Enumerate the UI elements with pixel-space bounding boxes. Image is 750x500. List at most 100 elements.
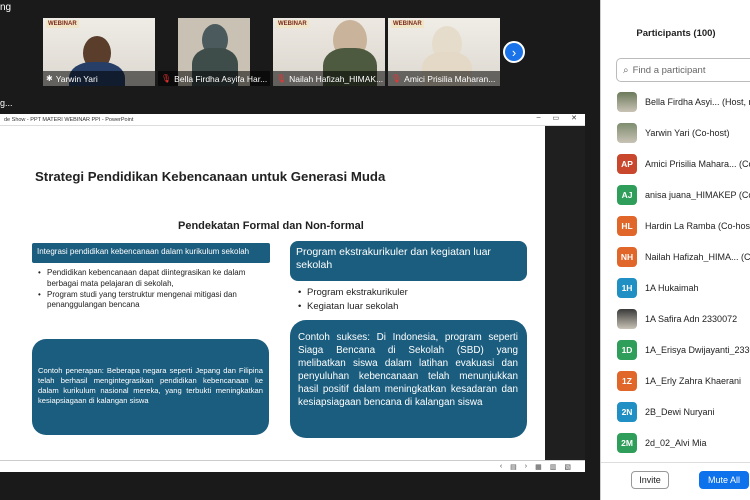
participant-name: anisa juana_HIMAKEP (Co-: [645, 189, 750, 200]
avatar: 1H: [617, 277, 637, 298]
participant-row[interactable]: AP Amici Prisilia Mahara... (Co: [601, 148, 750, 179]
participant-row[interactable]: 2M 2d_02_Alvi Mia: [601, 427, 750, 458]
list-item: Kegiatan luar sekolah: [298, 300, 518, 314]
right-header-box: Program ekstrakurikuler dan kegiatan lua…: [290, 241, 527, 281]
left-bullet-list: Pendidikan kebencanaan dapat diintegrasi…: [38, 268, 268, 311]
avatar: NH: [617, 246, 637, 267]
participant-row[interactable]: 1Z 1A_Erly Zahra Khaerani: [601, 365, 750, 396]
right-example-box: Contoh sukses: Di Indonesia, program sep…: [290, 320, 527, 438]
left-header-box: Integrasi pendidikan kebencanaan dalam k…: [32, 243, 270, 263]
participant-row[interactable]: NH Nailah Hafizah_HIMA... (Co: [601, 241, 750, 272]
participant-list: Bella Firdha Asyi... (Host, m Yarwin Yari…: [601, 86, 750, 458]
zoom-window: ng WEBINAR ✱ Yarwin Yari 🎙︎ Bella Firdha…: [0, 0, 750, 500]
video-thumbnail[interactable]: WEBINAR 🎙︎ Amici Prisilia Maharan...: [388, 18, 500, 86]
previous-slide-icon[interactable]: ‹: [500, 463, 502, 470]
minimize-icon[interactable]: –: [537, 114, 541, 122]
window-corner-text: ng: [0, 2, 12, 13]
participant-row[interactable]: HL Hardin La Ramba (Co-host: [601, 210, 750, 241]
list-item: Program studi yang terstruktur mengenai …: [38, 290, 268, 312]
participant-name: Nailah Hafizah_HIMA... (Co: [645, 251, 750, 262]
participants-footer: Invite Mute All: [601, 462, 750, 500]
next-slide-icon[interactable]: ›: [525, 463, 527, 470]
slide-menu-icon[interactable]: ▤: [510, 463, 517, 471]
participant-name: 2B_Dewi Nuryani: [645, 406, 715, 417]
participants-title: Participants (100): [636, 28, 716, 39]
video-thumbnail[interactable]: WEBINAR ✱ Yarwin Yari: [43, 18, 155, 86]
participant-row[interactable]: Bella Firdha Asyi... (Host, m: [601, 86, 750, 117]
participant-name: 1A Safira Adn 2330072: [645, 313, 738, 324]
list-item: Pendidikan kebencanaan dapat diintegrasi…: [38, 268, 268, 290]
maximize-icon[interactable]: ▭: [553, 114, 560, 122]
normal-view-icon[interactable]: ▦: [535, 463, 542, 471]
mic-muted-icon: 🎙︎: [391, 74, 402, 83]
thumbnail-name-bar: 🎙︎ Bella Firdha Asyifa Har...: [158, 71, 270, 86]
shared-screen-powerpoint: de Show - PPT MATERI WEBINAR PPI - Power…: [0, 114, 585, 472]
avatar: 1D: [617, 339, 637, 360]
participant-name: Bella Firdha Asyi... (Host, m: [645, 96, 750, 107]
participant-row[interactable]: 1A Safira Adn 2330072: [601, 303, 750, 334]
participant-name: Yarwin Yari (Co-host): [645, 127, 730, 138]
participant-row[interactable]: 2N 2B_Dewi Nuryani: [601, 396, 750, 427]
video-thumbnail[interactable]: 🎙︎ Bella Firdha Asyifa Har...: [158, 18, 270, 86]
avatar: 2M: [617, 432, 637, 453]
mute-all-button[interactable]: Mute All: [699, 471, 749, 489]
participant-row[interactable]: AJ anisa juana_HIMAKEP (Co-: [601, 179, 750, 210]
search-icon: ⌕: [623, 64, 629, 76]
slide-sorter-icon[interactable]: ▥: [550, 463, 557, 471]
thumbnail-name-bar: 🎙︎ Amici Prisilia Maharan...: [388, 71, 500, 86]
participant-name: Hardin La Ramba (Co-host: [645, 220, 750, 231]
participant-row[interactable]: Yarwin Yari (Co-host): [601, 117, 750, 148]
video-thumbnail[interactable]: WEBINAR 🎙︎ Nailah Hafizah_HIMAK...: [273, 18, 385, 86]
webinar-logo: WEBINAR: [276, 20, 309, 28]
participant-name: Bella Firdha Asyifa Har...: [174, 73, 268, 84]
pin-icon: ✱: [46, 74, 53, 83]
mic-muted-icon: 🎙︎: [161, 74, 172, 83]
participant-name: 1A_Erisya Dwijayanti_2330: [645, 344, 750, 355]
participant-name: 1A_Erly Zahra Khaerani: [645, 375, 742, 386]
chevron-right-icon: ›: [511, 44, 517, 60]
powerpoint-title-bar: de Show - PPT MATERI WEBINAR PPI - Power…: [0, 114, 585, 126]
participants-panel: Participants (100) ⌕ Find a participant …: [600, 0, 750, 500]
participant-name: Yarwin Yari: [55, 73, 98, 84]
right-bullet-list: Program ekstrakurikuler Kegiatan luar se…: [298, 286, 518, 314]
slide-subtitle: Pendekatan Formal dan Non-formal: [178, 220, 364, 232]
left-example-box: Contoh penerapan: Beberapa negara sepert…: [32, 339, 269, 435]
participant-name: 2d_02_Alvi Mia: [645, 437, 707, 448]
meeting-area: ng WEBINAR ✱ Yarwin Yari 🎙︎ Bella Firdha…: [0, 0, 600, 500]
side-label: g...: [0, 98, 13, 108]
participant-row[interactable]: 1D 1A_Erisya Dwijayanti_2330: [601, 334, 750, 365]
powerpoint-title: de Show - PPT MATERI WEBINAR PPI - Power…: [4, 116, 134, 123]
reading-view-icon[interactable]: ▧: [564, 463, 571, 471]
webinar-logo: WEBINAR: [391, 20, 424, 28]
participant-name: Amici Prisilia Mahara... (Co: [645, 158, 750, 169]
list-item: Program ekstrakurikuler: [298, 286, 518, 300]
avatar: AJ: [617, 184, 637, 205]
meeting-bottom-strip: [0, 472, 600, 500]
window-controls: – ▭ ✕: [537, 114, 577, 122]
slide-side-panel: [545, 126, 585, 460]
presentation-slide: Strategi Pendidikan Kebencanaan untuk Ge…: [0, 126, 545, 460]
video-thumbnail-strip: WEBINAR ✱ Yarwin Yari 🎙︎ Bella Firdha As…: [43, 18, 500, 88]
invite-button[interactable]: Invite: [631, 471, 669, 489]
mic-muted-icon: 🎙︎: [276, 74, 287, 83]
search-placeholder: Find a participant: [632, 64, 706, 76]
thumbnail-name-bar: ✱ Yarwin Yari: [43, 71, 155, 86]
avatar: 1Z: [617, 370, 637, 391]
webinar-logo: WEBINAR: [46, 20, 79, 28]
participant-row[interactable]: 1H 1A Hukaimah: [601, 272, 750, 303]
participant-name: 1A Hukaimah: [645, 282, 699, 293]
slide-title: Strategi Pendidikan Kebencanaan untuk Ge…: [35, 169, 386, 184]
thumbnail-name-bar: 🎙︎ Nailah Hafizah_HIMAK...: [273, 71, 385, 86]
close-icon[interactable]: ✕: [571, 114, 577, 122]
avatar: AP: [617, 153, 637, 174]
participant-name: Amici Prisilia Maharan...: [404, 73, 496, 84]
avatar-photo: [617, 91, 637, 112]
avatar: HL: [617, 215, 637, 236]
avatar-photo: [617, 308, 637, 329]
avatar: 2N: [617, 401, 637, 422]
next-page-button[interactable]: ›: [503, 41, 525, 63]
powerpoint-status-bar: ‹ ▤ › ▦ ▥ ▧: [0, 460, 585, 472]
avatar-photo: [617, 122, 637, 143]
search-input[interactable]: ⌕ Find a participant: [616, 58, 750, 82]
participant-name: Nailah Hafizah_HIMAK...: [289, 73, 384, 84]
